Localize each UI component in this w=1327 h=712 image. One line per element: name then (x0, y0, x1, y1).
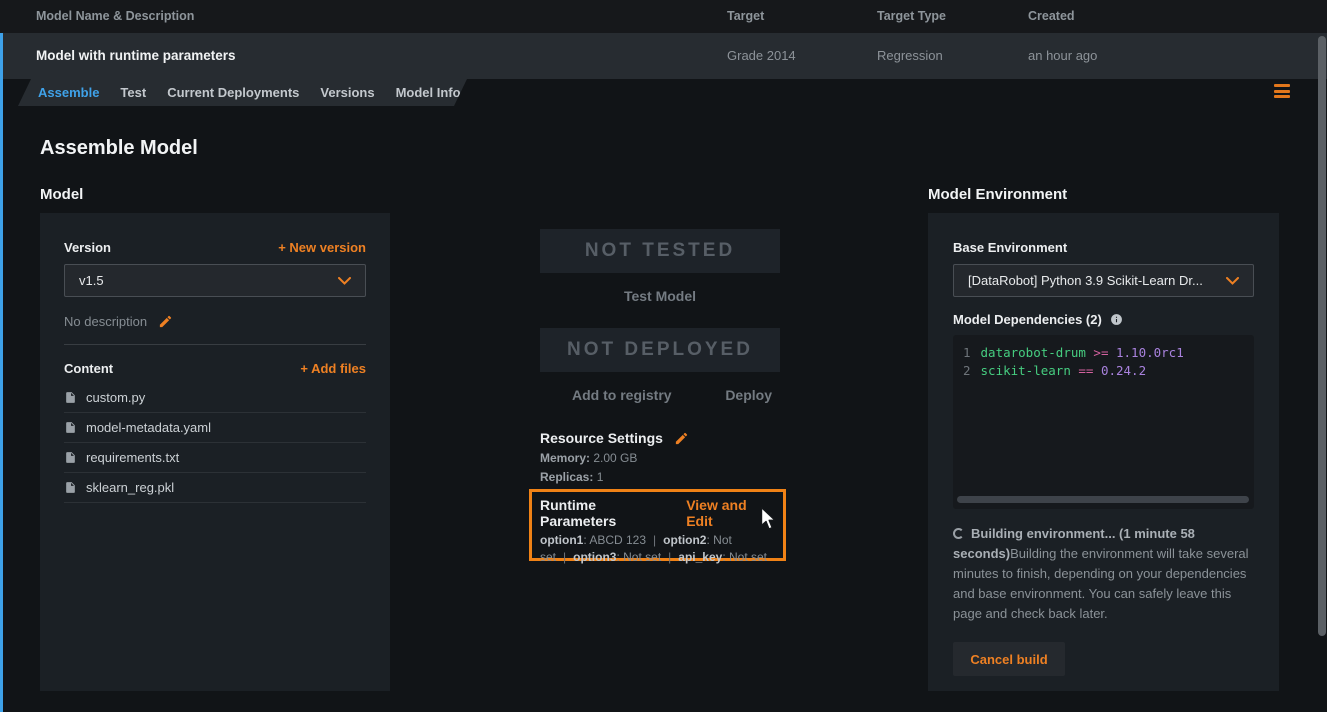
runtime-param-option3: option3: Not set (573, 550, 661, 564)
model-created-value: an hour ago (1028, 33, 1097, 79)
section-divider (64, 344, 366, 345)
base-environment-select[interactable]: [DataRobot] Python 3.9 Scikit-Learn Dr..… (953, 264, 1254, 297)
page-title: Assemble Model (40, 137, 198, 160)
new-version-button[interactable]: + New version (278, 240, 366, 255)
tab-assemble[interactable]: Assemble (38, 85, 99, 100)
content-label: Content (64, 361, 113, 376)
file-row[interactable]: model-metadata.yaml (64, 413, 366, 443)
column-created: Created (1028, 0, 1075, 33)
vertical-scrollbar-thumb[interactable] (1318, 36, 1326, 636)
environment-panel: Base Environment [DataRobot] Python 3.9 … (928, 213, 1279, 691)
runtime-parameters-highlight-box: Runtime Parameters View and Edit option1… (529, 489, 786, 561)
resource-settings-heading: Resource Settings (540, 430, 663, 446)
file-icon (64, 451, 77, 464)
deploy-button[interactable]: Deploy (725, 387, 772, 403)
version-select-value: v1.5 (79, 273, 104, 288)
file-row[interactable]: custom.py (64, 383, 366, 413)
column-model-name: Model Name & Description (36, 0, 194, 33)
memory-value: 2.00 GB (593, 451, 637, 465)
column-target: Target (727, 0, 764, 33)
file-row[interactable]: sklearn_reg.pkl (64, 473, 366, 503)
model-name: Model with runtime parameters (36, 33, 236, 79)
column-target-type: Target Type (877, 0, 946, 33)
version-select[interactable]: v1.5 (64, 264, 366, 297)
spinner-icon (953, 528, 964, 539)
file-name: sklearn_reg.pkl (86, 480, 174, 495)
app-window: Model Name & Description Target Target T… (0, 0, 1327, 712)
info-icon[interactable] (1110, 313, 1123, 326)
runtime-param-api_key: api_key: Not set (678, 550, 767, 564)
replicas-value: 1 (597, 470, 604, 484)
base-environment-value: [DataRobot] Python 3.9 Scikit-Learn Dr..… (968, 273, 1203, 288)
resource-settings: Resource Settings Memory: 2.00 GB Replic… (540, 430, 790, 484)
file-icon (64, 481, 77, 494)
selected-row-accent-bar (0, 33, 3, 712)
model-target-type-value: Regression (877, 33, 943, 79)
no-description-text: No description (64, 314, 147, 329)
tab-bar: Assemble Test Current Deployments Versions M… (18, 79, 467, 106)
edit-description-icon[interactable] (158, 314, 173, 329)
runtime-param-option1: option1: ABCD 123 (540, 533, 646, 547)
runtime-params-list: option1: ABCD 123|option2: Not set|optio… (540, 532, 775, 566)
deploy-actions: Add to registry Deploy (540, 387, 780, 403)
view-and-edit-link[interactable]: View and Edit (686, 497, 775, 529)
base-environment-label: Base Environment (953, 240, 1254, 255)
add-files-button[interactable]: + Add files (300, 361, 366, 376)
chevron-down-icon (1226, 277, 1239, 285)
hamburger-menu-icon[interactable] (1274, 84, 1290, 98)
edit-resource-settings-icon[interactable] (674, 431, 689, 446)
file-row[interactable]: requirements.txt (64, 443, 366, 473)
runtime-parameters-heading: Runtime Parameters (540, 497, 673, 529)
code-line: 1datarobot-drum >= 1.10.0rc1 (963, 344, 1254, 362)
file-name: requirements.txt (86, 450, 179, 465)
tab-versions[interactable]: Versions (320, 85, 374, 100)
param-separator: | (653, 533, 656, 547)
add-to-registry-button[interactable]: Add to registry (572, 387, 672, 403)
code-horizontal-scrollbar[interactable] (957, 496, 1249, 503)
test-model-button[interactable]: Test Model (540, 288, 780, 304)
model-section-heading: Model (40, 186, 83, 203)
cancel-build-button[interactable]: Cancel build (953, 642, 1065, 676)
model-dependencies-label: Model Dependencies (2) (953, 312, 1102, 327)
dependencies-code-editor[interactable]: 1datarobot-drum >= 1.10.0rc12scikit-lear… (953, 335, 1254, 509)
building-status: Building environment... (1 minute 58 sec… (953, 524, 1254, 624)
file-icon (64, 421, 77, 434)
file-icon (64, 391, 77, 404)
environment-section-heading: Model Environment (928, 186, 1067, 203)
replicas-line: Replicas: 1 (540, 470, 790, 484)
tab-test[interactable]: Test (120, 85, 146, 100)
not-deployed-badge: NOT DEPLOYED (540, 328, 780, 372)
model-panel: Version + New version v1.5 No descriptio… (40, 213, 390, 691)
chevron-down-icon (338, 277, 351, 285)
tab-model-info[interactable]: Model Info (396, 85, 461, 100)
memory-line: Memory: 2.00 GB (540, 451, 790, 465)
model-row[interactable]: Model with runtime parameters Grade 2014… (0, 33, 1327, 79)
tab-current-deployments[interactable]: Current Deployments (167, 85, 299, 100)
param-separator: | (668, 550, 671, 564)
table-header-row: Model Name & Description Target Target T… (0, 0, 1327, 33)
version-label: Version (64, 240, 111, 255)
file-list: custom.py model-metadata.yaml requirements… (64, 383, 366, 503)
file-name: model-metadata.yaml (86, 420, 211, 435)
code-line: 2scikit-learn == 0.24.2 (963, 362, 1254, 380)
not-tested-badge: NOT TESTED (540, 229, 780, 273)
replicas-label: Replicas: (540, 470, 593, 484)
file-name: custom.py (86, 390, 145, 405)
param-separator: | (563, 550, 566, 564)
code-lines: 1datarobot-drum >= 1.10.0rc12scikit-lear… (963, 344, 1254, 380)
memory-label: Memory: (540, 451, 590, 465)
model-target-value: Grade 2014 (727, 33, 796, 79)
